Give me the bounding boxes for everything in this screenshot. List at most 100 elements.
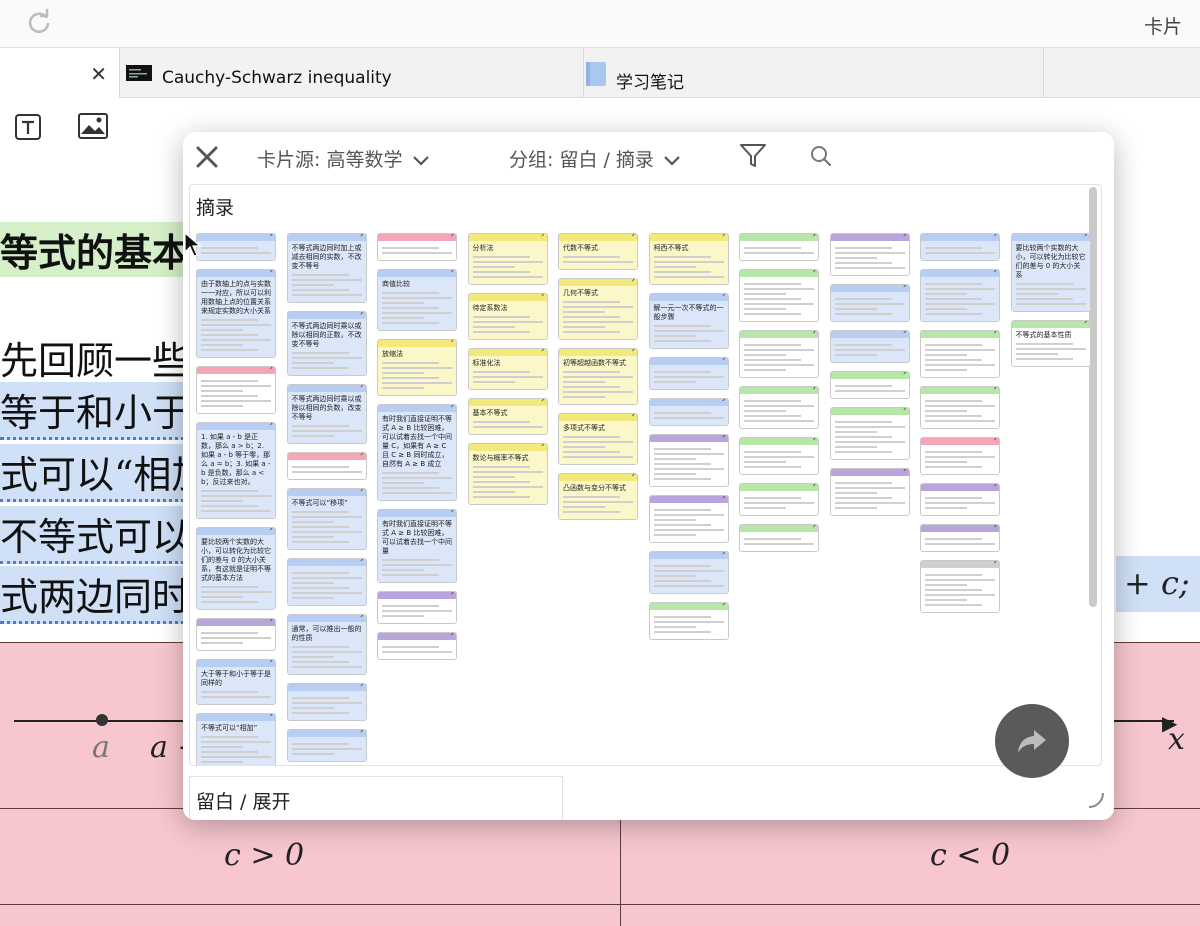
- filter-icon[interactable]: [739, 143, 767, 169]
- blank-expand-section[interactable]: 留白 / 展开: [189, 776, 563, 820]
- search-icon[interactable]: [809, 144, 833, 168]
- card-text-line: [653, 631, 711, 633]
- card-board[interactable]: 摘录 由于数轴上的点与实数一一对应，所以可以利用数轴上点的位置关系来规定实数的大…: [189, 184, 1102, 766]
- note-card[interactable]: 代数不等式: [558, 233, 638, 270]
- note-card[interactable]: 不等式两边同时乘以或除以相同的正数，不改变不等号: [286, 311, 367, 376]
- note-card[interactable]: 大于等于和小于等于是同样的: [196, 659, 276, 705]
- tab-cauchy-schwarz[interactable]: Cauchy-Schwarz inequality: [120, 48, 584, 98]
- note-card[interactable]: [196, 233, 276, 261]
- note-card[interactable]: 不等式的基本性质: [1010, 320, 1091, 367]
- note-card[interactable]: 标准化法: [467, 348, 548, 390]
- note-card[interactable]: [739, 386, 819, 429]
- card-body: [921, 338, 999, 377]
- note-card[interactable]: [739, 330, 819, 378]
- note-card[interactable]: [286, 683, 367, 721]
- note-card[interactable]: [829, 233, 910, 276]
- note-card[interactable]: [829, 407, 910, 460]
- card-text-line: [744, 405, 814, 407]
- note-card[interactable]: 通常，可以推出一般的的性质: [286, 614, 367, 675]
- tab-current[interactable]: ✕: [0, 48, 120, 98]
- note-card[interactable]: [377, 233, 457, 261]
- card-source-dropdown[interactable]: 卡片源: 高等数学: [257, 145, 429, 172]
- note-card[interactable]: [648, 602, 729, 640]
- note-card[interactable]: [829, 468, 910, 516]
- note-card[interactable]: [648, 495, 729, 543]
- card-text-line: [653, 570, 724, 572]
- note-card[interactable]: 要比较两个实数的大小，可以转化为比较它们的差与 0 的大小关系: [1010, 233, 1091, 312]
- note-card[interactable]: [920, 386, 1000, 429]
- note-card[interactable]: [648, 434, 729, 487]
- note-card[interactable]: 多项式不等式: [558, 413, 638, 465]
- note-card[interactable]: 有时我们直接证明不等式 A ≥ B 比较困难，可以试着去找一个中间量 C，如果有…: [377, 404, 457, 501]
- note-card[interactable]: [377, 591, 457, 624]
- close-icon[interactable]: [193, 143, 221, 171]
- text-box-icon[interactable]: [14, 113, 42, 141]
- note-card[interactable]: [286, 729, 367, 762]
- note-card[interactable]: 数论与概率不等式: [467, 443, 548, 505]
- share-button[interactable]: [995, 704, 1069, 778]
- note-card[interactable]: [920, 437, 1000, 475]
- note-card[interactable]: [920, 330, 1000, 378]
- note-card[interactable]: 凸函数与变分不等式: [558, 473, 638, 520]
- note-card[interactable]: [829, 330, 910, 363]
- note-card[interactable]: 不等式两边同时加上或减去相同的实数，不改变不等号: [286, 233, 367, 303]
- card-text-line: [653, 529, 724, 531]
- note-card[interactable]: [829, 371, 910, 399]
- note-card[interactable]: 基本不等式: [467, 398, 548, 435]
- note-card[interactable]: [920, 233, 1000, 261]
- note-card[interactable]: [648, 398, 729, 426]
- note-card[interactable]: 由于数轴上的点与实数一一对应，所以可以利用数轴上点的位置关系来规定实数的大小关系: [196, 269, 276, 358]
- note-card[interactable]: [377, 632, 457, 660]
- note-card[interactable]: 要比较两个实数的大小，可以转化为比较它们的差与 0 的大小关系，有这就是证明不等…: [196, 527, 276, 610]
- card-text-line: [291, 279, 362, 281]
- note-card[interactable]: [920, 560, 1000, 613]
- note-card[interactable]: [920, 524, 1000, 552]
- note-card[interactable]: [829, 284, 910, 322]
- card-body: 分析法: [468, 241, 547, 284]
- refresh-icon[interactable]: [24, 8, 54, 38]
- note-card[interactable]: [920, 483, 1000, 516]
- note-card[interactable]: [286, 452, 367, 480]
- group-dropdown[interactable]: 分组: 留白 / 摘录: [509, 145, 680, 172]
- card-body: 多项式不等式: [559, 421, 637, 464]
- note-card[interactable]: 有时我们直接证明不等式 A ≥ B 比较困难，可以试着去找一个中间量: [377, 509, 457, 583]
- note-card[interactable]: [286, 558, 367, 606]
- note-card[interactable]: 分析法: [467, 233, 548, 285]
- tab-study-notes[interactable]: 学习笔记: [584, 48, 1044, 98]
- card-text-line: [382, 472, 440, 474]
- resize-handle-icon[interactable]: [1086, 790, 1106, 810]
- note-card[interactable]: [739, 233, 819, 261]
- card-text-line: [653, 376, 724, 378]
- card-text-line: [382, 247, 440, 249]
- card-text-line: [925, 604, 983, 606]
- note-card[interactable]: [739, 524, 819, 552]
- note-card[interactable]: [648, 357, 729, 390]
- note-card[interactable]: 不等式两边同时乘以或除以相同的负数，改变不等号: [286, 384, 367, 444]
- note-card[interactable]: [739, 269, 819, 322]
- card-header: [1011, 321, 1090, 328]
- note-card[interactable]: 柯西不等式: [648, 233, 729, 285]
- note-card[interactable]: 几何不等式: [558, 278, 638, 340]
- note-card[interactable]: [196, 366, 276, 414]
- note-card[interactable]: 不等式可以“相加”: [196, 713, 276, 765]
- card-body: 数论与概率不等式: [468, 451, 547, 504]
- note-card[interactable]: 不等式可以“移项”: [286, 488, 367, 550]
- card-text-line: [382, 610, 452, 612]
- note-card[interactable]: 初等超越函数不等式: [558, 348, 638, 405]
- note-card[interactable]: 商值比较: [377, 269, 457, 331]
- close-icon[interactable]: ✕: [90, 62, 107, 86]
- card-text-line: [291, 274, 349, 276]
- note-card[interactable]: [739, 483, 819, 516]
- note-card[interactable]: [920, 269, 1000, 322]
- card-text: 标准化法: [472, 359, 501, 367]
- card-text-line: [201, 756, 271, 758]
- note-card[interactable]: [648, 551, 729, 594]
- note-card[interactable]: 解一元一次不等式的一般步骤: [648, 293, 729, 349]
- note-card[interactable]: 放缩法: [377, 339, 457, 396]
- note-card[interactable]: 待定系数法: [467, 293, 548, 340]
- card-text-line: [925, 461, 967, 463]
- image-icon[interactable]: [78, 113, 108, 139]
- note-card[interactable]: [739, 437, 819, 475]
- note-card[interactable]: 1. 如果 a - b 是正数，那么 a > b；2. 如果 a - b 等于零…: [196, 422, 276, 519]
- note-card[interactable]: [196, 618, 276, 651]
